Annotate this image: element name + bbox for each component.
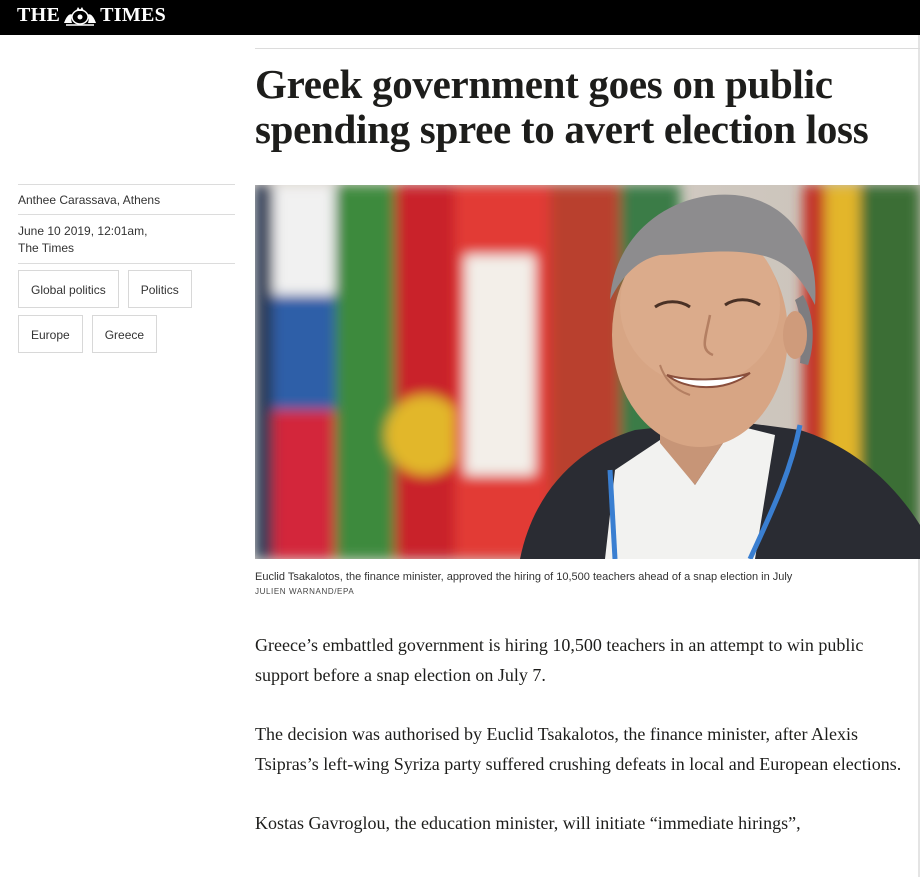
times-logo[interactable]: THE TIMES — [17, 4, 166, 27]
tag-europe[interactable]: Europe — [18, 315, 83, 353]
article-paragraph: The decision was authorised by Euclid Ts… — [255, 724, 902, 774]
tag-global-politics[interactable]: Global politics — [18, 270, 119, 308]
meta-divider — [18, 263, 235, 264]
masthead-bar: THE TIMES — [0, 0, 920, 35]
image-credit: JULIEN WARNAND/EPA — [255, 587, 355, 596]
article-paragraph: Kostas Gavroglou, the education minister… — [255, 813, 801, 833]
article-hero-image — [255, 185, 920, 559]
article-body: Greece’s embattled government is hiring … — [255, 630, 905, 867]
publication-name: The Times — [18, 241, 75, 255]
author-byline[interactable]: Anthee Carassava, Athens — [18, 185, 235, 214]
article-meta-sidebar: Anthee Carassava, Athens June 10 2019, 1… — [18, 184, 235, 360]
royal-crest-icon — [62, 5, 98, 27]
tag-greece[interactable]: Greece — [91, 315, 158, 353]
topic-tags: Global politics Politics Europe Greece — [18, 270, 218, 360]
headline-divider — [255, 48, 920, 49]
tag-politics[interactable]: Politics — [127, 270, 192, 308]
article-paragraph: Greece’s embattled government is hiring … — [255, 635, 864, 685]
logo-word-the: THE — [17, 4, 61, 26]
image-caption: Euclid Tsakalotos, the finance minister,… — [255, 571, 793, 583]
publish-info: June 10 2019, 12:01am, The Times — [18, 215, 235, 263]
publish-date: June 10 2019, 12:01am, — [18, 224, 148, 238]
logo-word-times: TIMES — [100, 4, 167, 26]
article-headline: Greek government goes on public spending… — [255, 61, 869, 152]
